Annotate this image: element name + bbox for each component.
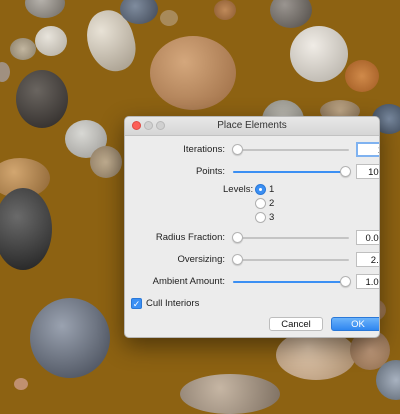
slider-thumb[interactable] <box>232 144 243 155</box>
slider-thumb[interactable] <box>232 232 243 243</box>
stone <box>25 0 65 18</box>
oversizing-field[interactable]: 2.0 <box>356 252 379 267</box>
dialog-title: Place Elements <box>217 120 287 131</box>
points-field[interactable]: 100 <box>356 164 379 179</box>
title-bar[interactable]: Place Elements <box>125 117 379 136</box>
ok-button[interactable]: OK <box>331 317 379 331</box>
iterations-row: Iterations: 1 <box>125 142 379 158</box>
stone <box>270 0 312 28</box>
stone <box>30 298 110 378</box>
oversizing-row: Oversizing: 2.0 <box>125 252 379 268</box>
slider-fill <box>233 281 345 283</box>
cancel-button[interactable]: Cancel <box>269 317 323 331</box>
points-row: Points: 100 <box>125 164 379 180</box>
place-elements-dialog: Place Elements Iterations: 1 Points: 100… <box>124 116 380 338</box>
radio-button[interactable] <box>255 198 266 209</box>
iterations-label: Iterations: <box>183 144 225 155</box>
iterations-field[interactable]: 1 <box>356 142 379 157</box>
levels-radio-1[interactable]: 1 <box>255 183 335 197</box>
radius-fraction-field[interactable]: 0.00 <box>356 230 379 245</box>
ambient-amount-slider[interactable] <box>233 274 351 290</box>
slider-track <box>233 149 349 151</box>
stone <box>16 70 68 128</box>
cull-interiors-label: Cull Interiors <box>146 298 200 309</box>
stone <box>0 188 52 270</box>
stone <box>0 62 10 82</box>
stone <box>290 26 348 82</box>
stone <box>214 0 236 20</box>
ambient-amount-row: Ambient Amount: 1.00 <box>125 274 379 290</box>
radio-label: 2 <box>269 198 275 209</box>
stone <box>120 0 158 24</box>
slider-thumb[interactable] <box>340 276 351 287</box>
stone <box>35 26 67 56</box>
stone <box>90 146 122 178</box>
radius-fraction-label: Radius Fraction: <box>155 232 225 243</box>
points-slider[interactable] <box>233 164 351 180</box>
slider-fill <box>233 171 345 173</box>
stone <box>180 374 280 414</box>
stone <box>10 38 36 60</box>
slider-thumb[interactable] <box>232 254 243 265</box>
ambient-amount-field[interactable]: 1.00 <box>356 274 379 289</box>
cull-interiors-checkbox[interactable]: ✓ <box>131 298 142 309</box>
levels-radio-2[interactable]: 2 <box>255 197 335 211</box>
slider-track <box>233 259 349 261</box>
stone <box>160 10 178 26</box>
iterations-slider[interactable] <box>232 142 349 158</box>
levels-label: Levels: <box>223 184 254 195</box>
radius-fraction-row: Radius Fraction: 0.00 <box>125 230 379 246</box>
radio-button[interactable] <box>255 184 266 195</box>
radius-fraction-slider[interactable] <box>232 230 349 246</box>
stone <box>345 60 379 92</box>
points-label: Points: <box>195 166 225 177</box>
radio-label: 1 <box>269 184 275 195</box>
cull-interiors-checkbox-row[interactable]: ✓ Cull Interiors <box>131 297 251 311</box>
slider-track <box>233 237 349 239</box>
ambient-amount-label: Ambient Amount: <box>152 276 225 287</box>
radio-button[interactable] <box>255 212 266 223</box>
oversizing-slider[interactable] <box>232 252 349 268</box>
slider-thumb[interactable] <box>340 166 351 177</box>
oversizing-label: Oversizing: <box>177 254 225 265</box>
levels-radio-3[interactable]: 3 <box>255 211 335 225</box>
stone <box>150 36 236 110</box>
stone <box>14 378 28 390</box>
radio-label: 3 <box>269 212 275 223</box>
